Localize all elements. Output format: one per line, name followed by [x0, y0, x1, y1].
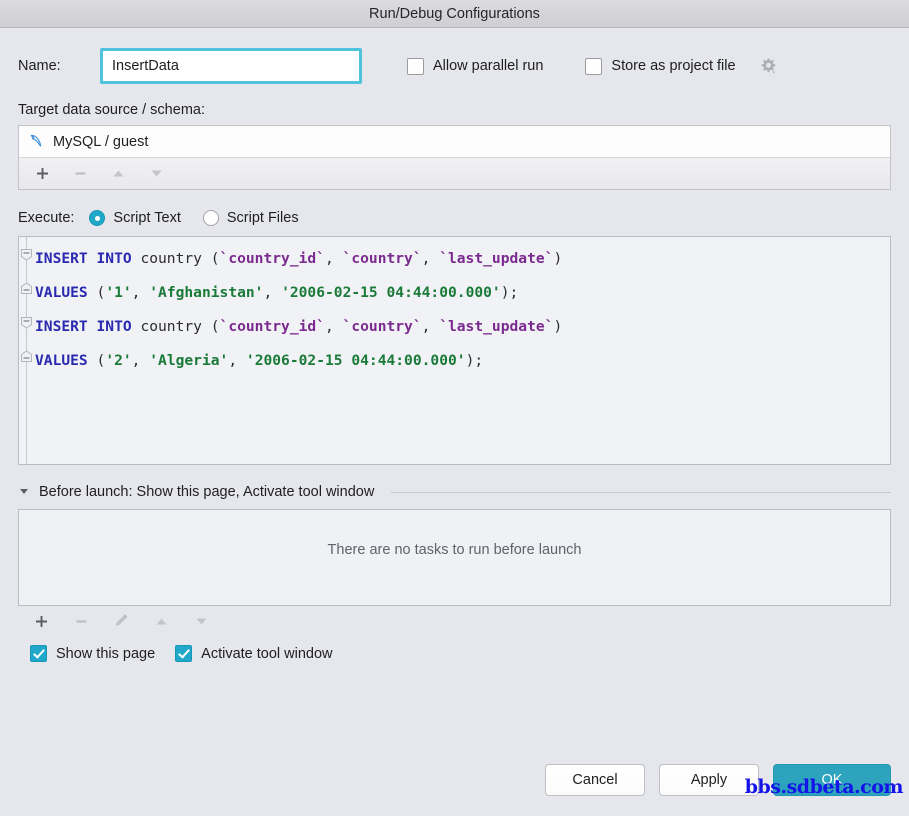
move-task-down-button — [192, 612, 210, 630]
sql-token: INSERT INTO — [35, 250, 141, 267]
sql-token: , — [421, 318, 440, 335]
header-divider — [391, 491, 891, 493]
sql-token: `country_id` — [219, 250, 325, 267]
sql-token: VALUES — [35, 284, 97, 301]
target-data-source-panel: MySQL / guest — [18, 125, 891, 190]
header-checkbox-group: Allow parallel run Store as project file — [407, 57, 778, 76]
sql-token: INSERT INTO — [35, 318, 141, 335]
store-as-project-file-label: Store as project file — [611, 58, 736, 74]
watermark: bbs.sdbeta.com — [744, 776, 904, 798]
radio-script-files-label: Script Files — [226, 210, 299, 226]
remove-button — [71, 165, 89, 183]
sql-token: `last_update` — [439, 250, 554, 267]
sql-token: ( — [210, 318, 220, 335]
before-launch-checkbox-group: Show this page Activate tool window — [18, 645, 891, 662]
checkbox-box-icon[interactable] — [585, 57, 603, 75]
mysql-dolphin-icon — [29, 133, 45, 151]
data-source-name: MySQL / guest — [53, 133, 149, 150]
move-task-up-button — [152, 612, 170, 630]
target-data-source-label: Target data source / schema: — [18, 102, 205, 118]
sql-token: ( — [96, 284, 106, 301]
sql-token: , — [228, 352, 246, 369]
sql-token: '2' — [105, 352, 132, 369]
execute-row: Execute: Script Text Script Files — [18, 200, 891, 236]
fold-marker-collapse-icon[interactable] — [20, 248, 33, 261]
sql-token: '2006-02-15 04:44:00.000' — [245, 352, 466, 369]
checkbox-box-icon[interactable] — [30, 645, 47, 662]
sql-token: , — [263, 284, 282, 301]
sql-token: ); — [465, 352, 484, 369]
sql-code-line: VALUES ('1', 'Afghanistan', '2006-02-15 … — [35, 276, 890, 310]
radio-button-icon[interactable] — [89, 210, 106, 226]
sql-token: country — [140, 318, 211, 335]
disclosure-triangle-icon[interactable] — [18, 484, 30, 500]
sql-token: , — [324, 250, 343, 267]
dialog-content: Name: Allow parallel run Store as projec… — [0, 44, 909, 816]
name-input-wrapper[interactable] — [100, 48, 362, 84]
activate-tool-window-label: Activate tool window — [201, 645, 333, 662]
sql-token: `country_id` — [219, 318, 325, 335]
sql-token: '1' — [105, 284, 132, 301]
fold-marker-collapse-icon[interactable] — [20, 316, 33, 329]
allow-parallel-run-label: Allow parallel run — [433, 58, 544, 74]
fold-marker-end-icon[interactable] — [20, 350, 33, 363]
add-button[interactable] — [33, 165, 51, 183]
radio-script-text-label: Script Text — [113, 210, 181, 226]
sql-script-editor[interactable]: INSERT INTO country (`country_id`, `coun… — [18, 236, 891, 465]
sql-token: `country` — [342, 250, 422, 267]
sql-token: ) — [553, 318, 563, 335]
before-launch-header[interactable]: Before launch: Show this page, Activate … — [18, 482, 891, 502]
before-launch-task-list[interactable]: There are no tasks to run before launch — [18, 509, 891, 606]
sql-token: 'Afghanistan' — [149, 284, 264, 301]
radio-script-text[interactable]: Script Text — [89, 210, 181, 226]
sql-code-line: INSERT INTO country (`country_id`, `coun… — [35, 310, 890, 344]
sql-token: ( — [210, 250, 220, 267]
window-title: Run/Debug Configurations — [369, 5, 540, 22]
sql-token: , — [131, 352, 150, 369]
sql-token: , — [131, 284, 150, 301]
gear-icon[interactable] — [759, 57, 778, 76]
before-launch-toolbar — [18, 606, 891, 636]
sql-token: `country` — [342, 318, 422, 335]
sql-code-line: INSERT INTO country (`country_id`, `coun… — [35, 242, 890, 276]
data-source-row[interactable]: MySQL / guest — [19, 126, 890, 158]
sql-token: ) — [553, 250, 563, 267]
move-down-button — [147, 165, 165, 183]
move-up-button — [109, 165, 127, 183]
editor-gutter[interactable] — [19, 237, 35, 464]
checkbox-box-icon[interactable] — [175, 645, 193, 662]
store-as-project-file-checkbox[interactable]: Store as project file — [585, 57, 777, 76]
show-this-page-label: Show this page — [56, 645, 156, 662]
name-label: Name: — [18, 58, 61, 74]
fold-marker-end-icon[interactable] — [20, 282, 33, 295]
name-row: Name: Allow parallel run Store as projec… — [18, 44, 891, 88]
sql-token: 'Algeria' — [149, 352, 229, 369]
activate-tool-window-checkbox[interactable]: Activate tool window — [175, 645, 333, 662]
sql-token: , — [421, 250, 440, 267]
show-this-page-checkbox[interactable]: Show this page — [30, 645, 155, 662]
target-toolbar — [19, 158, 890, 189]
before-launch-title: Before launch: Show this page, Activate … — [39, 484, 375, 500]
sql-token: ); — [500, 284, 519, 301]
sql-token: , — [324, 318, 343, 335]
radio-script-files[interactable]: Script Files — [202, 210, 299, 226]
before-launch-empty-text: There are no tasks to run before launch — [327, 542, 582, 558]
add-task-button[interactable] — [32, 612, 50, 630]
sql-token: country — [140, 250, 211, 267]
sql-token: VALUES — [35, 352, 97, 369]
allow-parallel-run-checkbox[interactable]: Allow parallel run — [407, 57, 544, 75]
checkbox-box-icon[interactable] — [407, 57, 424, 75]
window-titlebar: Run/Debug Configurations — [0, 0, 909, 28]
sql-token: `last_update` — [439, 318, 554, 335]
pencil-icon — [112, 612, 130, 630]
name-input[interactable] — [103, 51, 359, 81]
remove-task-button — [72, 612, 90, 630]
sql-token: '2006-02-15 04:44:00.000' — [281, 284, 501, 301]
cancel-button[interactable]: Cancel — [545, 764, 645, 796]
radio-button-icon[interactable] — [202, 210, 219, 226]
sql-code-text[interactable]: INSERT INTO country (`country_id`, `coun… — [35, 237, 890, 464]
sql-code-line: VALUES ('2', 'Algeria', '2006-02-15 04:4… — [35, 344, 890, 378]
execute-label: Execute: — [18, 210, 75, 226]
sql-token: ( — [96, 352, 106, 369]
